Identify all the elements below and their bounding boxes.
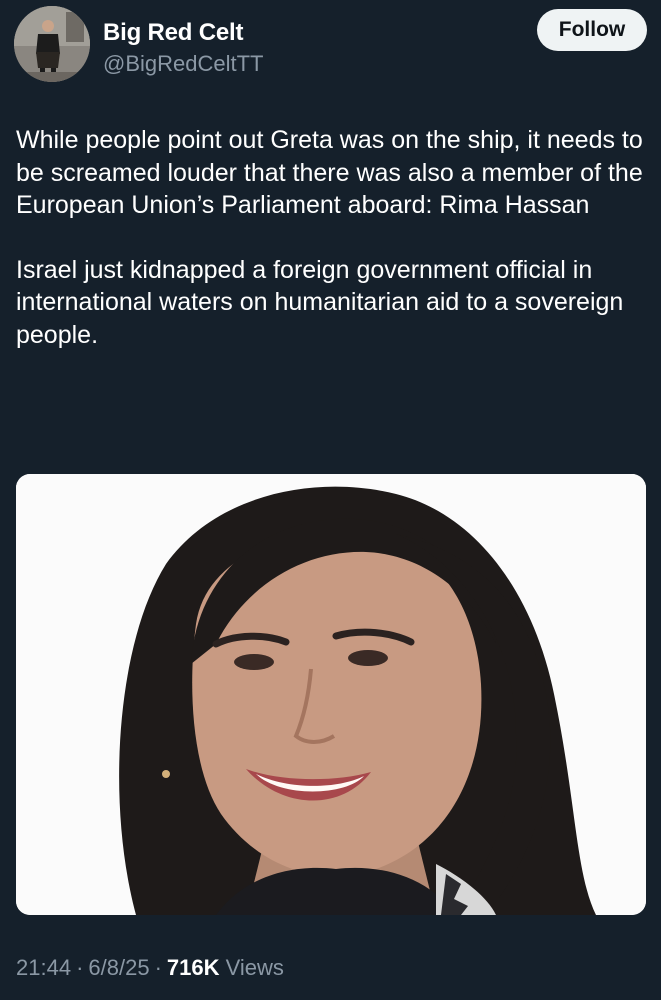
views-label[interactable]: Views: [226, 955, 284, 980]
author-handle[interactable]: @BigRedCeltTT: [103, 51, 264, 77]
tweet-paragraph: While people point out Greta was on the …: [16, 126, 643, 219]
tweet-text: While people point out Greta was on the …: [16, 124, 646, 351]
avatar[interactable]: [14, 6, 90, 82]
tweet-meta: 21:44 · 6/8/25 · 716K Views: [16, 955, 284, 981]
tweet-header: Big Red Celt @BigRedCeltTT Follow: [14, 6, 647, 86]
separator-dot: ·: [154, 955, 162, 980]
author-display-name[interactable]: Big Red Celt: [103, 19, 243, 47]
tweet-photo[interactable]: [16, 474, 646, 915]
tweet-date[interactable]: 6/8/25: [88, 955, 149, 980]
tweet-paragraph: Israel just kidnapped a foreign governme…: [16, 255, 624, 349]
follow-button[interactable]: Follow: [537, 9, 647, 51]
separator-dot: ·: [76, 955, 84, 980]
portrait-image: [16, 474, 646, 915]
profile-photo-icon: [14, 6, 90, 82]
views-count[interactable]: 716K: [167, 955, 220, 980]
tweet-time[interactable]: 21:44: [16, 955, 71, 980]
tweet-card: Big Red Celt @BigRedCeltTT Follow While …: [0, 0, 661, 1000]
